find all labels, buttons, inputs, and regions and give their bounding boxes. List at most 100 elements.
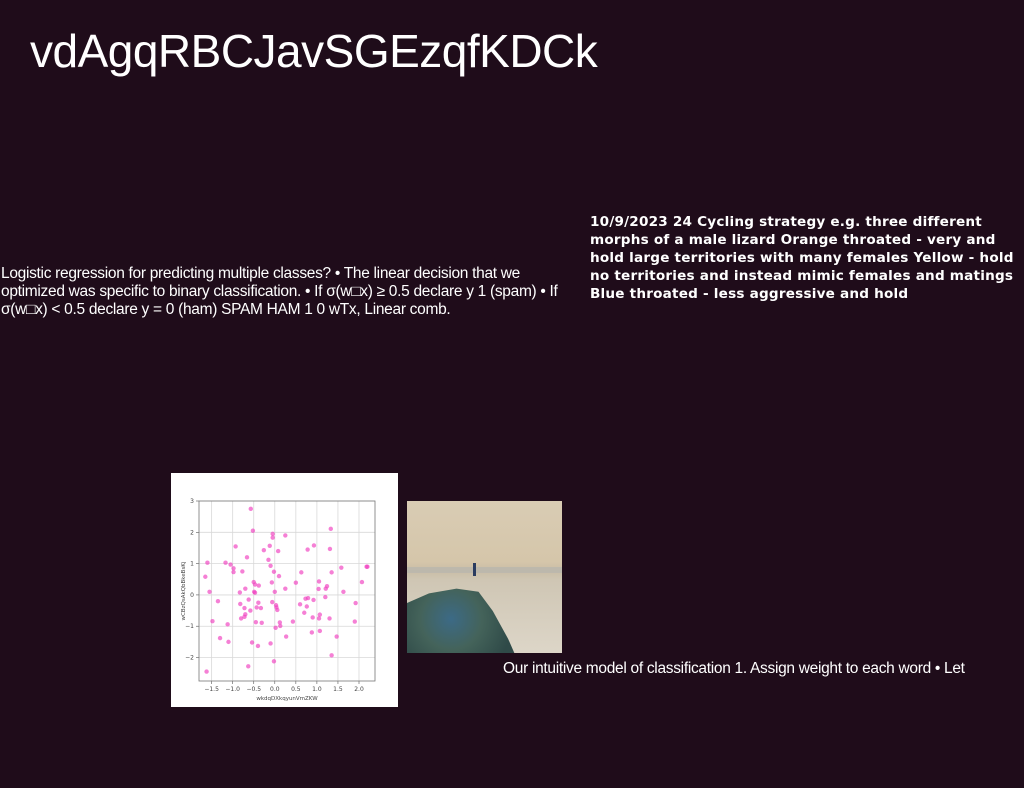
data-point [327,616,332,621]
data-point [250,528,256,533]
data-point [268,563,273,568]
data-point [254,605,259,610]
slide-title: vdAgqRBCJavSGEzqfKDCk [30,25,598,77]
data-point [225,622,230,627]
data-point [271,659,277,664]
data-point [283,586,288,591]
data-point [316,616,322,621]
data-point [244,555,250,560]
data-point [341,589,346,594]
data-point [248,608,253,613]
data-point [324,583,330,589]
data-point [365,564,370,569]
data-point [327,546,333,552]
data-point [252,590,258,595]
data-point [252,582,258,587]
data-point [311,597,316,603]
scatter-chart: −1.5 −1.0 −0.5 0.0 0.5 1.0 1.5 2.0 −2 −1 0 1 2 3 wkdqD… [171,473,398,707]
data-point [248,506,253,512]
rocky-cliff [407,588,517,653]
data-point [258,605,264,611]
data-point [269,580,275,585]
x-tick-label: 1.0 [312,686,322,693]
data-point [246,597,251,602]
data-point [243,586,248,591]
data-point [317,612,323,617]
data-point [334,634,339,639]
data-point [243,612,248,617]
data-point [304,604,309,609]
data-point [238,601,243,607]
data-point [273,625,278,630]
data-point [353,600,358,606]
data-point [255,643,261,649]
data-point [329,570,334,575]
data-point [253,619,259,625]
data-point [329,653,334,658]
x-tick-label: 1.5 [333,686,343,693]
data-point [339,565,344,570]
data-point [276,573,282,579]
data-point [270,531,275,537]
data-point [328,526,333,532]
data-point [237,590,243,595]
data-point [352,619,357,624]
data-point [240,569,245,574]
data-point [305,547,310,552]
data-point [299,570,304,575]
distant-town [407,567,562,573]
data-point [275,548,281,554]
data-point [231,569,236,575]
x-tick-label: 0.0 [270,686,280,693]
data-point [256,600,261,605]
data-point [223,560,228,565]
data-point [271,569,277,574]
data-point [259,620,264,625]
data-point [256,583,261,588]
data-point [228,562,233,567]
x-tick-label: 0.5 [291,686,301,693]
data-point [270,535,275,540]
data-point [261,547,267,553]
data-point [268,641,273,646]
y-tick-label: −2 [185,655,194,662]
x-tick-label: −0.5 [246,686,261,693]
x-tick-label: 2.0 [354,686,364,693]
logistic-regression-text: Logistic regression for predicting multi… [1,265,558,318]
x-tick-label: −1.0 [225,686,240,693]
data-point [249,640,255,645]
data-point [316,579,322,584]
data-point [359,579,365,585]
data-point [226,639,231,645]
data-point [278,623,283,629]
data-point [317,628,323,634]
data-point [203,574,208,579]
data-point [302,610,307,615]
y-tick-label: −1 [185,623,194,630]
data-point [310,615,315,620]
data-point [290,619,296,624]
data-point [293,580,299,585]
y-tick-label: 2 [190,529,194,536]
data-point [205,560,210,565]
data-point [311,543,317,548]
y-tick-label: 0 [190,592,194,599]
data-point [283,533,288,538]
data-point [266,557,271,563]
data-point [323,594,328,600]
scatter-plot-svg: −1.5 −1.0 −0.5 0.0 0.5 1.0 1.5 2.0 −2 −1 0 1 2 3 wkdqD… [181,498,376,702]
data-point [242,605,247,611]
data-point [207,589,212,594]
y-axis-label: wCBzQsAkQbBkeBsKj [181,561,187,620]
data-point [217,635,223,641]
data-point [231,566,236,571]
data-point [246,664,251,669]
data-point [215,598,221,604]
plot-frame [198,500,376,682]
data-point [305,595,311,601]
data-point [275,607,280,613]
data-point [283,634,289,639]
data-point [309,630,315,635]
y-tick-label: 1 [190,561,194,568]
standing-person [473,563,476,576]
